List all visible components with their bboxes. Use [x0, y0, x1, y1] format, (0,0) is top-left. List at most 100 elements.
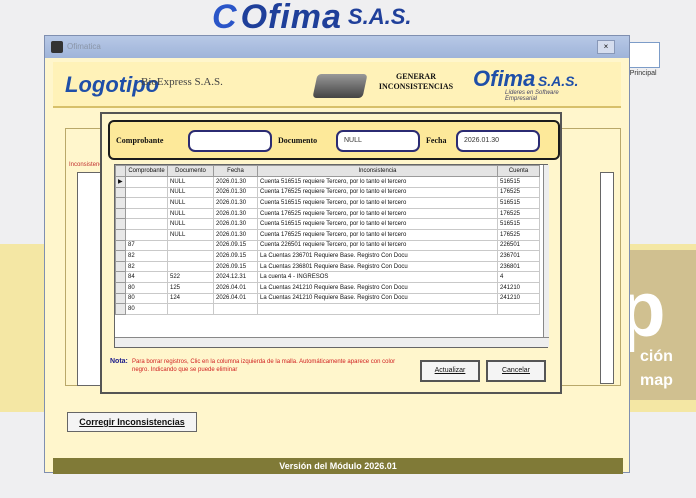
table-cell: 2026.01.30 [213, 207, 258, 220]
table-cell [125, 176, 168, 188]
column-header[interactable] [115, 165, 126, 177]
table-row[interactable]: NULL 2026.01.30 Cuenta 176525 requiere Ter… [115, 186, 540, 199]
row-selector[interactable] [115, 197, 126, 209]
ofima-tagline: Líderes en Software Empresarial [505, 90, 559, 102]
brand-suffix: S.A.S. [347, 4, 412, 29]
table-header: Comprobante Documento Fecha Inconsistencia C… [115, 165, 540, 177]
table-cell: 2026.01.30 [213, 176, 258, 188]
table-cell: La Cuentas 241210 Requiere Base. Registr… [257, 281, 498, 294]
table-row[interactable]: 80 124 2026.04.01 La Cuentas 241210 Requier… [115, 292, 540, 305]
table-cell: 2026.01.30 [213, 197, 258, 209]
row-selector[interactable] [115, 260, 126, 273]
row-selector[interactable] [115, 186, 126, 199]
window-header: Logotipo BioExpress S.A.S. GENERAR INCON… [53, 62, 621, 108]
background-grid-scroll[interactable] [600, 172, 614, 384]
column-header[interactable]: Documento [167, 165, 214, 177]
ofima-name: Ofima [473, 66, 536, 91]
row-selector[interactable] [115, 292, 126, 305]
table-row[interactable]: NULL 2026.01.30 Cuenta 516515 requiere Ter… [115, 197, 540, 209]
table-row[interactable]: 80 [115, 303, 540, 315]
table-cell: 516515 [497, 197, 540, 209]
column-header[interactable]: Cuenta [497, 165, 540, 177]
inconsistencies-grid: Comprobante Documento Fecha Inconsistencia C… [114, 164, 549, 348]
row-selector[interactable] [115, 281, 126, 294]
table-row[interactable]: 82 2026.09.15 La Cuentas 236801 Requiere B… [115, 260, 540, 273]
table-row[interactable]: NULL 2026.01.30 Cuenta 176525 requiere Ter… [115, 228, 540, 241]
table-cell: NULL [167, 228, 214, 241]
table-cell: 241210 [497, 292, 540, 305]
table-row[interactable]: 87 2026.09.15 Cuenta 226501 requiere Terce… [115, 239, 540, 252]
table-cell: 226501 [497, 239, 540, 252]
column-header[interactable]: Inconsistencia [257, 165, 498, 177]
table-cell: 2026.01.30 [213, 218, 258, 230]
row-selector[interactable] [115, 303, 126, 315]
table-cell: 80 [125, 292, 168, 305]
background-brand-logo: C Ofima S.A.S. [212, 0, 412, 36]
desktop-shortcut-icon[interactable] [628, 42, 660, 68]
inconsistencies-table: Comprobante Documento Fecha Inconsistencia C… [115, 165, 540, 315]
table-cell: 2026.09.15 [213, 260, 258, 273]
table-cell: NULL [167, 186, 214, 199]
table-cell: 516515 [497, 218, 540, 230]
table-cell: 87 [125, 239, 168, 252]
row-selector[interactable] [115, 271, 126, 283]
row-selector[interactable] [115, 250, 126, 262]
vertical-scrollbar[interactable] [543, 165, 549, 337]
table-cell: 516515 [497, 176, 540, 188]
row-selector[interactable] [115, 218, 126, 230]
note-text: Para borrar registros, Clic en la column… [132, 359, 396, 373]
table-cell: NULL [167, 207, 214, 220]
row-selector[interactable] [115, 207, 126, 220]
table-cell: Cuenta 176525 requiere Tercero, por lo t… [257, 186, 498, 199]
ofima-logo: Ofima S.A.S. Líderes en Software Empresa… [473, 66, 579, 102]
table-cell: Cuenta 516515 requiere Tercero, por lo t… [257, 197, 498, 209]
table-cell: Cuenta 516515 requiere Tercero, por lo t… [257, 218, 498, 230]
window-title: Ofimatica [67, 42, 101, 51]
comprobante-field[interactable] [188, 130, 272, 152]
promo-text-1: ción [640, 348, 673, 365]
documento-field[interactable]: NULL [336, 130, 420, 152]
table-cell [167, 239, 214, 252]
company-name: BioExpress S.A.S. [141, 76, 223, 88]
table-row[interactable]: NULL 2026.01.30 Cuenta 516515 requiere Ter… [115, 218, 540, 230]
table-cell: NULL [167, 197, 214, 209]
table-cell: 2026.01.30 [213, 186, 258, 199]
close-button[interactable]: × [597, 40, 615, 54]
cancelar-button[interactable]: Cancelar [486, 360, 546, 382]
column-header[interactable]: Comprobante [125, 165, 168, 177]
table-cell: 2026.04.01 [213, 292, 258, 305]
table-row[interactable]: ▶ NULL 2026.01.30 Cuenta 516515 requiere Te… [115, 176, 540, 188]
fecha-label: Fecha [426, 136, 447, 145]
table-row[interactable]: NULL 2026.01.30 Cuenta 176525 requiere Ter… [115, 207, 540, 220]
column-header[interactable]: Fecha [213, 165, 258, 177]
table-row[interactable]: 80 125 2026.04.01 La Cuentas 241210 Requier… [115, 281, 540, 294]
table-cell: 176525 [497, 186, 540, 199]
fix-inconsistencies-button[interactable]: Corregir Inconsistencias [67, 412, 197, 432]
table-row[interactable]: 84 522 2024.12.31 La cuenta 4 - INGRESOS 4 [115, 271, 540, 283]
comprobante-label: Comprobante [116, 136, 164, 145]
table-cell: NULL [167, 218, 214, 230]
ofima-sas: S.A.S. [537, 73, 579, 89]
table-cell [213, 303, 258, 315]
table-row[interactable]: 82 2026.09.15 La Cuentas 236701 Requiere B… [115, 250, 540, 262]
horizontal-scrollbar[interactable] [115, 337, 549, 347]
actualizar-button[interactable]: Actualizar [420, 360, 480, 382]
table-cell: 125 [167, 281, 214, 294]
promo-text-2: map [640, 372, 673, 389]
documento-label: Documento [278, 136, 318, 145]
fecha-field[interactable]: 2026.01.30 [456, 130, 540, 152]
row-selector[interactable] [115, 228, 126, 241]
window-titlebar: Ofimatica × [45, 36, 629, 58]
table-cell: 2026.01.30 [213, 228, 258, 241]
row-selector[interactable]: ▶ [115, 176, 126, 188]
table-cell: 4 [497, 271, 540, 283]
filter-bar: Comprobante Documento NULL Fecha 2026.01… [108, 120, 560, 160]
table-cell [125, 197, 168, 209]
table-cell: 2026.09.15 [213, 250, 258, 262]
table-cell: 80 [125, 303, 168, 315]
app-icon [51, 41, 63, 53]
table-cell: 2026.09.15 [213, 239, 258, 252]
table-cell [167, 250, 214, 262]
row-selector[interactable] [115, 239, 126, 252]
table-cell: La Cuentas 236701 Requiere Base. Registr… [257, 250, 498, 262]
